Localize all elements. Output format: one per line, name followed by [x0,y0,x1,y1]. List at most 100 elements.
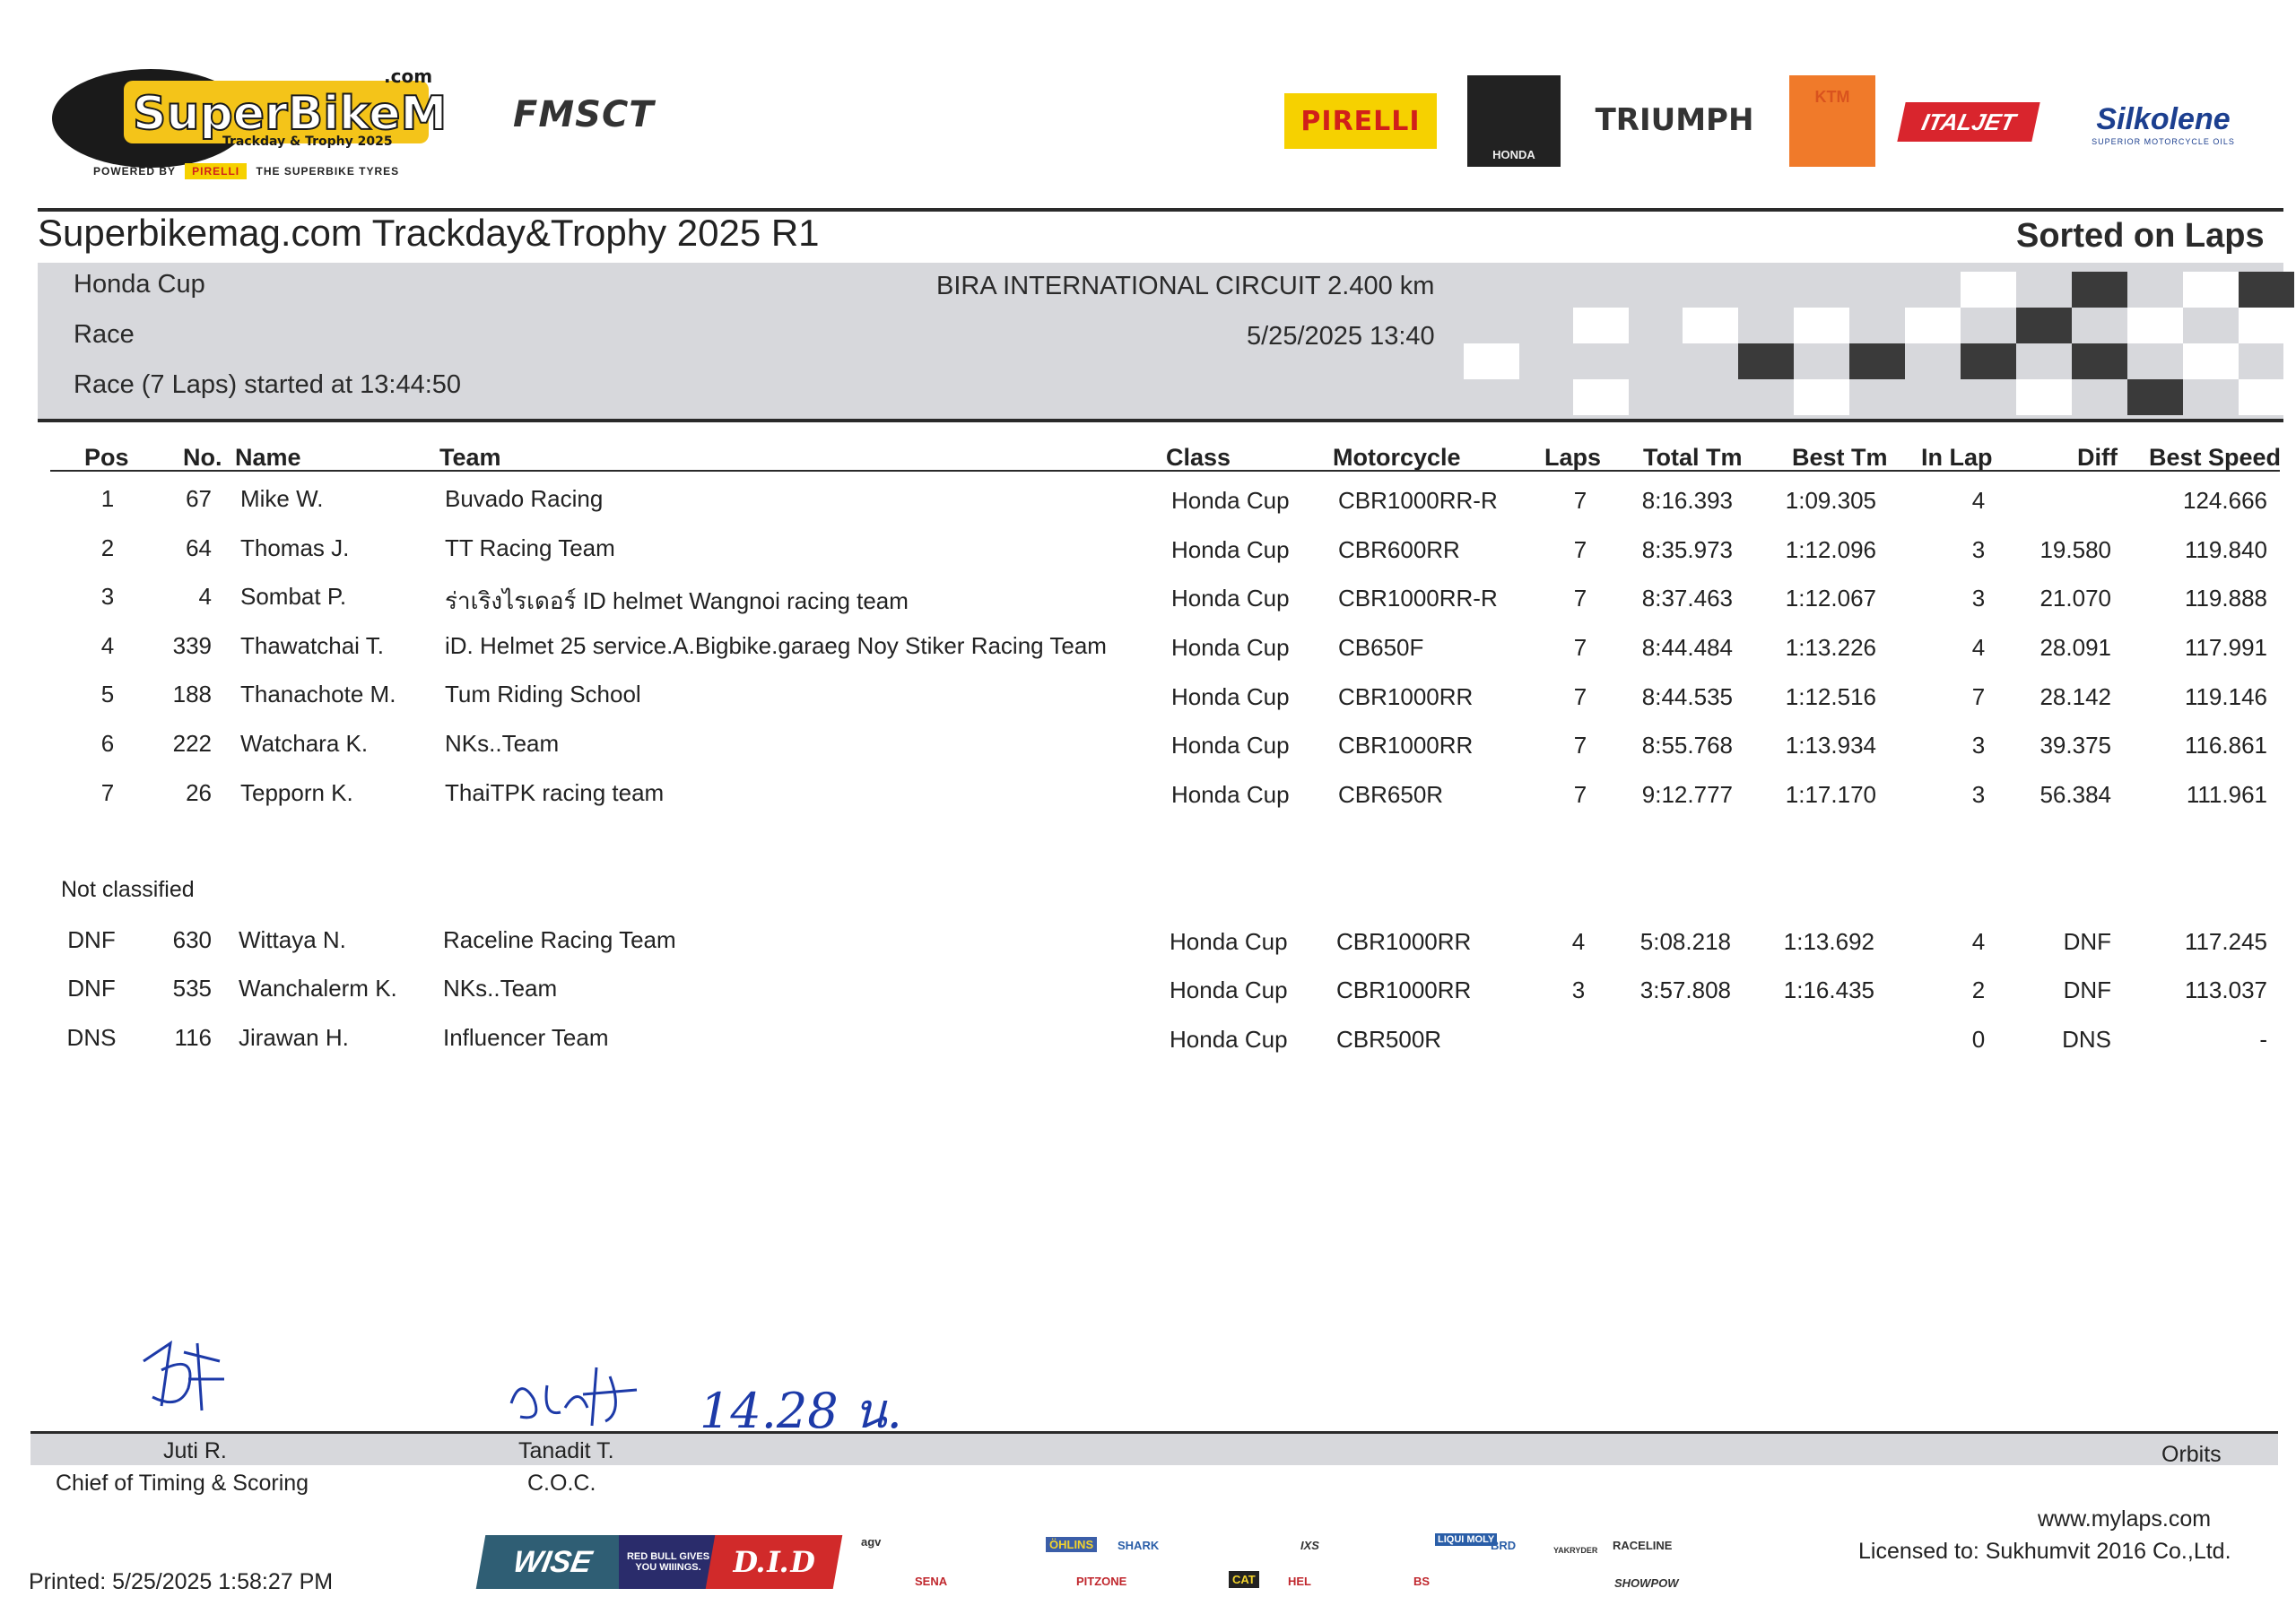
small-logo: SHOWPOW [1614,1576,1679,1590]
cell-pos: 2 [100,534,115,561]
cell-pos: DNF [67,975,116,1002]
col-no: No. [183,444,222,471]
cell-pos: DNF [67,926,116,953]
cell-no: 339 [172,632,212,659]
cell-best-speed: 111.961 [2186,781,2267,808]
cell-diff: DNS [2062,1026,2111,1053]
col-class: Class [1166,444,1231,471]
cell-diff: 56.384 [2039,781,2111,808]
ktm-logo: KTM [1789,75,1875,167]
cell-no: 64 [186,534,212,561]
col-in-lap: In Lap [1921,444,1993,471]
sig1-name: Juti R. [163,1438,227,1463]
col-best-time: Best Tm [1792,444,1888,471]
cell-name: Thomas J. [240,534,350,561]
col-name: Name [235,444,301,471]
cell-class: Honda Cup [1171,585,1290,612]
cell-best-time: 1:12.096 [1785,536,1876,563]
signature-strip [30,1433,2278,1465]
not-classified-heading: Not classified [61,877,195,902]
sort-label: Sorted on Laps [2016,217,2265,255]
cell-best-speed: - [2259,1026,2267,1053]
cell-best-speed: 119.840 [2184,536,2267,563]
cell-team: ร่าเริงไรเดอร์ ID helmet Wangnoi racing … [445,587,909,614]
cell-class: Honda Cup [1171,487,1290,514]
cell-team: iD. Helmet 25 service.A.Bigbike.garaeg N… [445,632,1107,659]
cell-no: 535 [172,975,212,1002]
small-logo: BRD [1491,1539,1517,1552]
cell-diff: DNF [2063,928,2111,955]
cell-class: Honda Cup [1171,536,1290,563]
cell-class: Honda Cup [1170,928,1288,955]
col-laps: Laps [1544,444,1602,471]
cell-diff: DNF [2063,976,2111,1003]
table-header-rule [50,470,2280,472]
cell-pos: 6 [100,730,115,757]
cell-no: 26 [186,779,212,806]
cell-in-lap: 3 [1971,781,1986,808]
cell-team: TT Racing Team [445,534,615,561]
cell-no: 222 [172,730,212,757]
cell-team: Tum Riding School [445,681,641,707]
small-logo: RACELINE [1613,1539,1673,1552]
triumph-logo: TRIUMPH [1595,102,1754,138]
cell-motorcycle: CBR1000RR [1336,928,1472,955]
cell-in-lap: 3 [1971,732,1986,759]
cell-name: Watchara K. [240,730,369,757]
small-logo: IXS [1300,1539,1319,1552]
cell-laps: 7 [1573,732,1587,759]
cell-best-time: 1:17.170 [1785,781,1876,808]
col-total-time: Total Tm [1643,444,1743,471]
footer-rule [30,1431,2278,1434]
col-team: Team [439,444,501,471]
cell-motorcycle: CB650F [1338,634,1424,661]
cell-best-speed: 124.666 [2183,487,2267,514]
cell-motorcycle: CBR600RR [1338,536,1460,563]
cell-best-time: 1:12.067 [1785,585,1876,612]
signature-juti [143,1340,224,1411]
sig2-name: Tanadit T. [518,1438,614,1463]
race-datetime: 5/25/2025 13:40 [1247,322,1435,351]
small-logo: agv [861,1535,882,1549]
cell-best-speed: 119.888 [2184,585,2267,612]
small-logo: BS [1413,1575,1431,1588]
cell-motorcycle: CBR500R [1336,1026,1442,1053]
cell-best-time: 1:13.692 [1783,928,1874,955]
cell-pos: 5 [100,681,115,707]
cell-pos: 7 [100,779,115,806]
cell-total-time: 9:12.777 [1641,781,1733,808]
cell-total-time: 8:35.973 [1641,536,1733,563]
cell-laps: 7 [1573,487,1587,514]
cell-best-time: 1:13.934 [1785,732,1876,759]
small-logo: CAT [1229,1571,1259,1588]
cell-no: 630 [172,926,212,953]
cell-name: Thanachote M. [240,681,396,707]
cell-name: Jirawan H. [239,1024,349,1051]
cell-laps: 7 [1573,683,1587,710]
col-best-speed: Best Speed [2149,444,2282,471]
cell-diff: 39.375 [2039,732,2111,759]
orbits-label: Orbits [2161,1442,2222,1467]
cell-class: Honda Cup [1171,732,1290,759]
small-logo: SHARK [1118,1539,1160,1552]
cell-in-lap: 4 [1971,928,1986,955]
cell-class: Honda Cup [1171,634,1290,661]
small-logo: HEL [1288,1575,1311,1588]
col-motorcycle: Motorcycle [1333,444,1461,471]
cell-in-lap: 0 [1971,1026,1986,1053]
cell-no: 116 [174,1024,212,1051]
cell-laps: 3 [1571,976,1586,1003]
cell-diff: 19.580 [2039,536,2111,563]
cell-team: Buvado Racing [445,485,604,512]
mylaps-link[interactable]: www.mylaps.com [2038,1506,2211,1532]
printed-timestamp: Printed: 5/25/2025 1:58:27 PM [29,1569,334,1594]
cell-pos: DNS [66,1024,117,1051]
race-start-label: Race (7 Laps) started at 13:44:50 [74,370,462,399]
cell-best-time: 1:09.305 [1785,487,1876,514]
cell-total-time: 8:37.463 [1641,585,1733,612]
cell-best-speed: 119.146 [2184,683,2267,710]
cell-pos: 4 [100,632,115,659]
cell-laps: 7 [1573,781,1587,808]
cell-best-speed: 117.245 [2184,928,2267,955]
cell-best-speed: 117.991 [2184,634,2267,661]
